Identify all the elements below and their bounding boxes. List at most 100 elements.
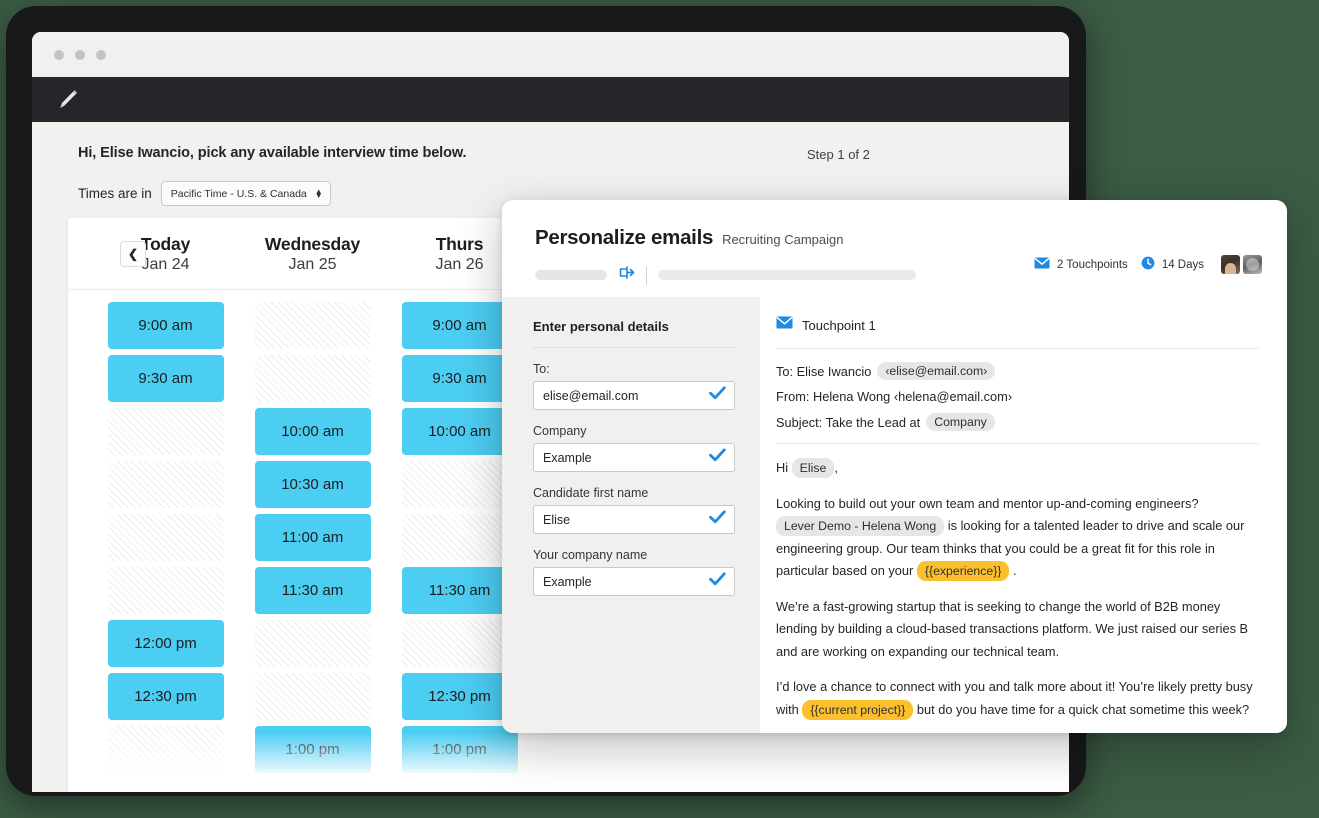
time-slot-available[interactable]: 10:00 am — [254, 408, 371, 455]
form-field-3: Your company name Example — [533, 548, 735, 596]
time-slot-column-0: 9:00 am 9:30 am 10:00 am 10:30 am 11:00 am 11… — [92, 302, 239, 773]
field-value: elise@email.com — [543, 388, 639, 403]
time-slot-available[interactable]: 11:00 am — [254, 514, 371, 561]
greeting-suffix: , — [834, 460, 838, 475]
email-from-text: From: Helena Wong ‹helena@email.com› — [776, 389, 1013, 404]
day-name: Today — [140, 233, 191, 254]
email-headers: To: Elise Iwancio ‹elise@email.com› From… — [776, 348, 1259, 444]
touchpoints-meta: 2 Touchpoints — [1034, 257, 1128, 272]
time-slot-available[interactable]: 9:00 am — [107, 302, 224, 349]
time-slot-unavailable: 1:00 pm — [107, 726, 224, 773]
time-slot-unavailable: 12:00 pm — [401, 620, 518, 667]
share-export-icon[interactable] — [618, 264, 635, 286]
time-slot-available[interactable]: 9:30 am — [401, 355, 518, 402]
time-slot-available[interactable]: 1:00 pm — [254, 726, 371, 773]
timezone-select[interactable]: Pacific Time - U.S. & Canada ▲ ▼ — [160, 181, 331, 206]
field-input[interactable]: Example — [533, 567, 735, 596]
envelope-icon — [1034, 257, 1050, 272]
personal-details-panel: Enter personal details To: elise@email.co… — [502, 297, 760, 733]
day-name: Wednesday — [264, 233, 361, 254]
modal-header: Personalize emails Recruiting Campaign 2… — [502, 200, 1287, 297]
email-to-line: To: Elise Iwancio ‹elise@email.com› — [776, 362, 1259, 380]
timezone-label: Times are in — [78, 186, 152, 201]
email-subject-token[interactable]: Company — [926, 413, 995, 431]
time-slot-column-1: 9:00 am 9:30 am 10:00 am 10:30 am 11:00 am 11… — [239, 302, 386, 773]
field-value: Example — [543, 450, 592, 465]
progress-segment-2[interactable] — [658, 270, 916, 280]
p1-text-c: . — [1013, 563, 1017, 578]
screenshot-root: Hi, Elise Iwancio, pick any available in… — [0, 0, 1319, 818]
email-subject-line: Subject: Take the Lead at Company — [776, 413, 1259, 431]
email-to-prefix: To: Elise Iwancio — [776, 363, 872, 379]
p3-current-project-token[interactable]: {{current project}} — [802, 699, 914, 720]
field-input[interactable]: Elise — [533, 505, 735, 534]
check-icon — [709, 510, 726, 529]
time-slot-available[interactable]: 12:30 pm — [401, 673, 518, 720]
browser-titlebar — [32, 32, 1069, 77]
form-field-0: To: elise@email.com — [533, 362, 735, 410]
time-slot-available[interactable]: 12:30 pm — [107, 673, 224, 720]
time-slot-unavailable: 11:30 am — [107, 567, 224, 614]
greeting-token[interactable]: Elise — [791, 458, 835, 478]
modal-content: Enter personal details To: elise@email.co… — [502, 297, 1287, 733]
day-date: Jan 25 — [288, 255, 337, 273]
duration-meta: 14 Days — [1141, 256, 1204, 273]
time-slot-available[interactable]: 9:00 am — [401, 302, 518, 349]
email-paragraph-1: Looking to build out your own team and m… — [776, 493, 1259, 583]
time-slot-unavailable: 10:00 am — [107, 408, 224, 455]
time-slot-available[interactable]: 10:00 am — [401, 408, 518, 455]
time-slot-unavailable: 9:00 am — [254, 302, 371, 349]
clock-icon — [1141, 256, 1155, 273]
minimize-icon[interactable] — [75, 49, 85, 60]
duration-label: 14 Days — [1161, 258, 1204, 271]
pencil-icon[interactable] — [54, 87, 80, 113]
time-slot-available[interactable]: 10:30 am — [254, 461, 371, 508]
touchpoint-label: Touchpoint 1 — [802, 317, 876, 333]
avatar[interactable] — [1221, 255, 1240, 274]
p1-company-token[interactable]: Lever Demo - Helena Wong — [776, 516, 945, 536]
progress-segment-1[interactable] — [535, 270, 607, 280]
app-navbar — [32, 77, 1069, 122]
email-body: Hi Elise, Looking to build out your own … — [776, 444, 1259, 721]
time-slot-available[interactable]: 12:00 pm — [107, 620, 224, 667]
field-label: Your company name — [533, 548, 648, 562]
field-label: Candidate first name — [533, 486, 649, 500]
day-header-0: Today Jan 24 — [92, 234, 239, 274]
time-slot-available[interactable]: 9:30 am — [107, 355, 224, 402]
check-icon — [709, 572, 726, 591]
p1-text-a: Looking to build out your own team and m… — [776, 495, 1199, 511]
personalize-emails-modal: Personalize emails Recruiting Campaign 2… — [502, 200, 1287, 733]
timezone-row: Times are in Pacific Time - U.S. & Canad… — [78, 181, 331, 206]
form-field-2: Candidate first name Elise — [533, 486, 735, 534]
timezone-value: Pacific Time - U.S. & Canada — [170, 187, 307, 200]
field-input[interactable]: elise@email.com — [533, 381, 735, 410]
modal-title: Personalize emails — [535, 226, 714, 249]
field-input[interactable]: Example — [533, 443, 735, 472]
time-slot-unavailable: 9:30 am — [254, 355, 371, 402]
close-icon[interactable] — [54, 49, 64, 60]
check-icon — [709, 386, 726, 405]
step-indicator: Step 1 of 2 — [807, 147, 870, 162]
greeting-prefix: Hi — [776, 460, 789, 475]
time-slot-unavailable: 11:00 am — [107, 514, 224, 561]
time-slot-available[interactable]: 1:00 pm — [401, 726, 518, 773]
maximize-icon[interactable] — [96, 49, 106, 60]
field-label: To: — [533, 362, 550, 376]
form-field-1: Company Example — [533, 424, 735, 472]
time-slot-available[interactable]: 11:30 am — [401, 567, 518, 614]
time-slot-available[interactable]: 11:30 am — [254, 567, 371, 614]
form-fields: To: elise@email.com Company Example Candidat… — [533, 362, 735, 596]
email-to-token[interactable]: ‹elise@email.com› — [877, 362, 996, 380]
modal-title-row: Personalize emails Recruiting Campaign — [535, 226, 1259, 250]
field-value: Elise — [543, 512, 571, 527]
p1-experience-token[interactable]: {{experience}} — [916, 561, 1010, 581]
progress-divider — [646, 265, 647, 285]
field-value: Example — [543, 574, 592, 589]
field-label: Company — [533, 424, 587, 438]
page-title: Hi, Elise Iwancio, pick any available in… — [78, 145, 467, 161]
envelope-icon — [776, 316, 793, 334]
email-preview-panel: Touchpoint 1 To: Elise Iwancio ‹elise@em… — [760, 297, 1287, 733]
form-panel-title: Enter personal details — [533, 319, 735, 348]
prev-week-button[interactable]: ❮ — [120, 240, 146, 267]
avatar[interactable] — [1243, 255, 1262, 274]
